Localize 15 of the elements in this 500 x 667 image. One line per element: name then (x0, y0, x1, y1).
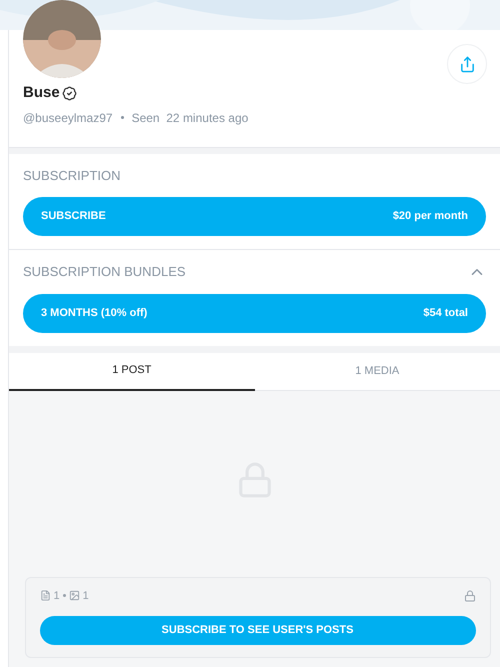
post-count: 1 (54, 588, 60, 604)
last-seen: Seen 22 minutes ago (132, 110, 248, 126)
share-button[interactable] (447, 44, 487, 84)
bundle-button[interactable]: 3 MONTHS (10% off) $54 total (23, 294, 486, 332)
media-count: 1 (82, 588, 89, 604)
post-icon (40, 590, 50, 602)
profile-handle: @buseeylmaz97 (23, 110, 113, 126)
image-icon (68, 590, 80, 602)
profile-name: Buse (23, 83, 60, 103)
subscribe-button[interactable]: SUBSCRIBE $20 per month (23, 197, 486, 236)
section-heading: SUBSCRIPTION (23, 166, 122, 184)
share-icon (458, 56, 476, 72)
section-heading: SUBSCRIPTION BUNDLES (23, 263, 186, 281)
subscribe-posts-button[interactable]: SUBSCRIBE TO SEE USER'S POSTS (40, 616, 476, 645)
lock-icon (464, 590, 476, 602)
